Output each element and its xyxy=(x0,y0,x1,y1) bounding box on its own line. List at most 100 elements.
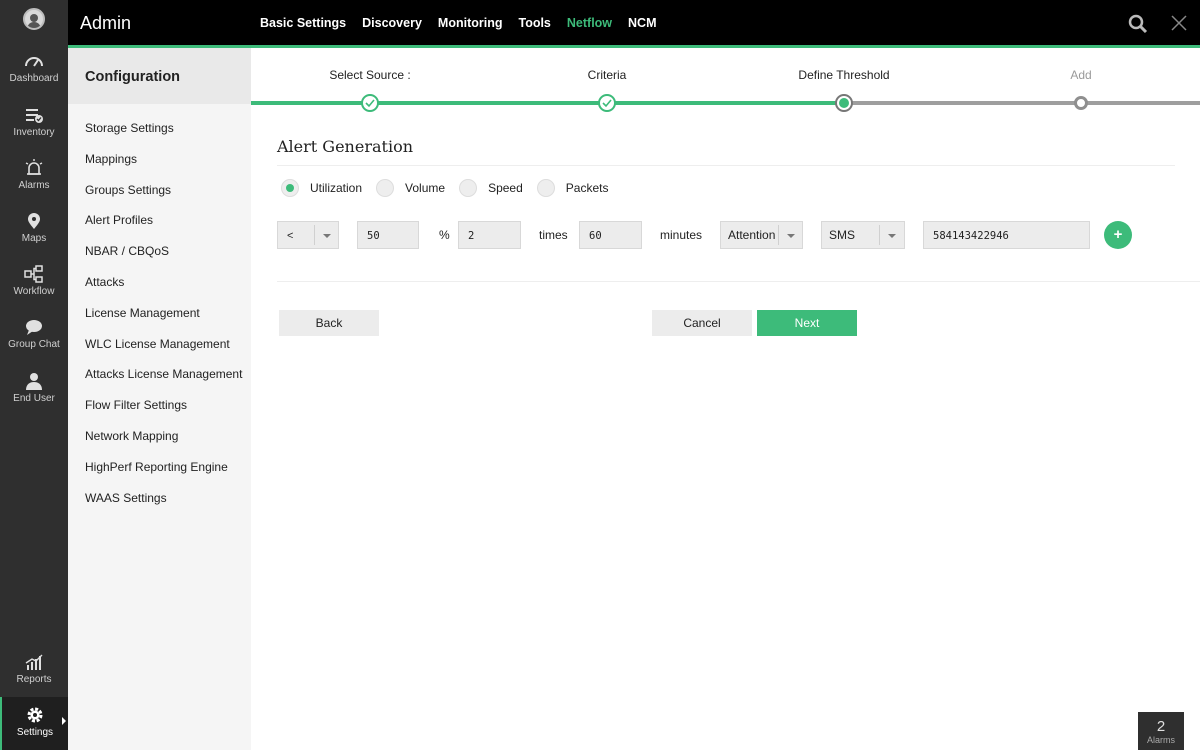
check-icon xyxy=(365,99,375,108)
threshold-input[interactable]: 50 xyxy=(357,221,419,249)
search-icon[interactable] xyxy=(1128,14,1148,34)
phone-input[interactable]: 584143422946 xyxy=(923,221,1090,249)
nav-netflow[interactable]: Netflow xyxy=(567,16,612,30)
radio-speed[interactable]: Speed xyxy=(459,179,523,197)
minutes-input[interactable]: 60 xyxy=(579,221,642,249)
config-item-flow-filter-settings[interactable]: Flow Filter Settings xyxy=(68,390,251,421)
map-pin-icon xyxy=(24,212,44,230)
config-item-storage-settings[interactable]: Storage Settings xyxy=(68,113,251,144)
times-value: 2 xyxy=(468,230,475,242)
step-node-criteria[interactable] xyxy=(598,94,616,112)
add-button[interactable]: + xyxy=(1104,221,1132,249)
chart-icon xyxy=(24,653,44,671)
phone-value: 584143422946 xyxy=(933,230,1009,242)
radio-label: Volume xyxy=(405,181,446,195)
step-node-define-threshold[interactable] xyxy=(835,94,853,112)
divider xyxy=(277,165,1175,166)
rail-item-alarms[interactable]: Alarms xyxy=(0,159,68,191)
notify-value: SMS xyxy=(829,228,856,242)
rail-label: Dashboard xyxy=(9,73,59,84)
step-node-select-source[interactable] xyxy=(361,94,379,112)
config-item-network-mapping[interactable]: Network Mapping xyxy=(68,421,251,452)
rail-item-maps[interactable]: Maps xyxy=(0,212,68,244)
alarm-bell-icon xyxy=(24,159,44,177)
step-label-define-threshold: Define Threshold xyxy=(798,68,890,82)
notify-select[interactable]: SMS xyxy=(821,221,905,249)
back-button[interactable]: Back xyxy=(279,310,379,336)
rail-item-settings[interactable]: Settings xyxy=(0,697,68,750)
section-title: Alert Generation xyxy=(277,137,413,156)
top-nav: Basic Settings Discovery Monitoring Tool… xyxy=(260,16,673,30)
app-title: Admin xyxy=(80,13,132,33)
severity-select[interactable]: Attention xyxy=(720,221,803,249)
rail-item-reports[interactable]: Reports xyxy=(0,653,68,685)
radio-label: Packets xyxy=(565,181,609,195)
list-check-icon xyxy=(24,106,44,124)
radio-dot[interactable] xyxy=(536,179,555,197)
minutes-label: minutes xyxy=(660,228,703,242)
radio-dot[interactable] xyxy=(281,179,299,197)
progress-track-done xyxy=(251,101,844,105)
config-item-alert-profiles[interactable]: Alert Profiles xyxy=(68,205,251,236)
alarms-count: 2 xyxy=(1156,718,1166,735)
rail-label: End User xyxy=(13,393,55,404)
rail-label: Alarms xyxy=(18,180,50,191)
config-item-nbar-cbqos[interactable]: NBAR / CBQoS xyxy=(68,236,251,267)
times-input[interactable]: 2 xyxy=(458,221,521,249)
rail-item-dashboard[interactable]: Dashboard xyxy=(0,52,68,84)
next-button[interactable]: Next xyxy=(757,310,857,336)
config-title: Configuration xyxy=(68,48,251,104)
main-content: Select Source : Criteria Define Threshol… xyxy=(251,48,1200,750)
nav-monitoring[interactable]: Monitoring xyxy=(438,16,503,30)
nav-basic-settings[interactable]: Basic Settings xyxy=(260,16,346,30)
radio-utilization[interactable]: Utilization xyxy=(281,179,362,197)
step-label-select-source: Select Source : xyxy=(329,68,411,82)
rail-item-group-chat[interactable]: Group Chat xyxy=(0,318,68,350)
progress-track-pending xyxy=(844,101,1200,105)
config-item-license-management[interactable]: License Management xyxy=(68,298,251,329)
chevron-down-icon xyxy=(888,234,896,238)
avatar[interactable] xyxy=(23,8,45,30)
check-icon xyxy=(602,99,612,108)
config-item-wlc-license-management[interactable]: WLC License Management xyxy=(68,329,251,360)
gear-icon xyxy=(25,706,45,724)
config-item-attacks-license-management[interactable]: Attacks License Management xyxy=(68,359,251,390)
radio-dot[interactable] xyxy=(376,179,395,197)
config-item-highperf-reporting-engine[interactable]: HighPerf Reporting Engine xyxy=(68,452,251,483)
nav-ncm[interactable]: NCM xyxy=(628,16,656,30)
top-bar: Admin Basic Settings Discovery Monitorin… xyxy=(68,0,1200,48)
radio-label: Speed xyxy=(488,181,523,195)
config-item-mappings[interactable]: Mappings xyxy=(68,144,251,175)
chevron-down-icon xyxy=(323,234,331,238)
step-label-criteria: Criteria xyxy=(587,68,627,82)
step-label-add: Add xyxy=(1070,68,1092,82)
operator-value: < xyxy=(287,230,294,242)
workflow-icon xyxy=(24,265,44,283)
radio-packets[interactable]: Packets xyxy=(536,179,609,197)
step-node-add[interactable] xyxy=(1074,96,1088,110)
nav-tools[interactable]: Tools xyxy=(518,16,550,30)
icon-rail: Dashboard Inventory Alarms Maps Workflow… xyxy=(0,0,68,750)
radio-dot[interactable] xyxy=(459,179,478,197)
alarms-badge[interactable]: 2 Alarms xyxy=(1138,712,1184,750)
config-item-groups-settings[interactable]: Groups Settings xyxy=(68,175,251,206)
config-item-waas-settings[interactable]: WAAS Settings xyxy=(68,483,251,514)
config-item-attacks[interactable]: Attacks xyxy=(68,267,251,298)
rail-label: Reports xyxy=(16,674,52,685)
rail-label: Maps xyxy=(21,233,47,244)
radio-volume[interactable]: Volume xyxy=(376,179,445,197)
expand-caret-icon xyxy=(62,717,66,725)
severity-value: Attention xyxy=(728,228,776,242)
radio-label: Utilization xyxy=(310,181,363,195)
config-sidebar: Configuration Storage Settings Mappings … xyxy=(68,48,251,750)
rail-item-inventory[interactable]: Inventory xyxy=(0,106,68,138)
rail-label: Settings xyxy=(16,727,54,738)
minutes-value: 60 xyxy=(589,230,602,242)
operator-select[interactable]: < xyxy=(277,221,339,249)
close-icon[interactable] xyxy=(1170,14,1188,32)
rail-item-workflow[interactable]: Workflow xyxy=(0,265,68,297)
times-label: times xyxy=(539,228,568,242)
rail-item-end-user[interactable]: End User xyxy=(0,372,68,404)
nav-discovery[interactable]: Discovery xyxy=(362,16,422,30)
cancel-button[interactable]: Cancel xyxy=(652,310,752,336)
